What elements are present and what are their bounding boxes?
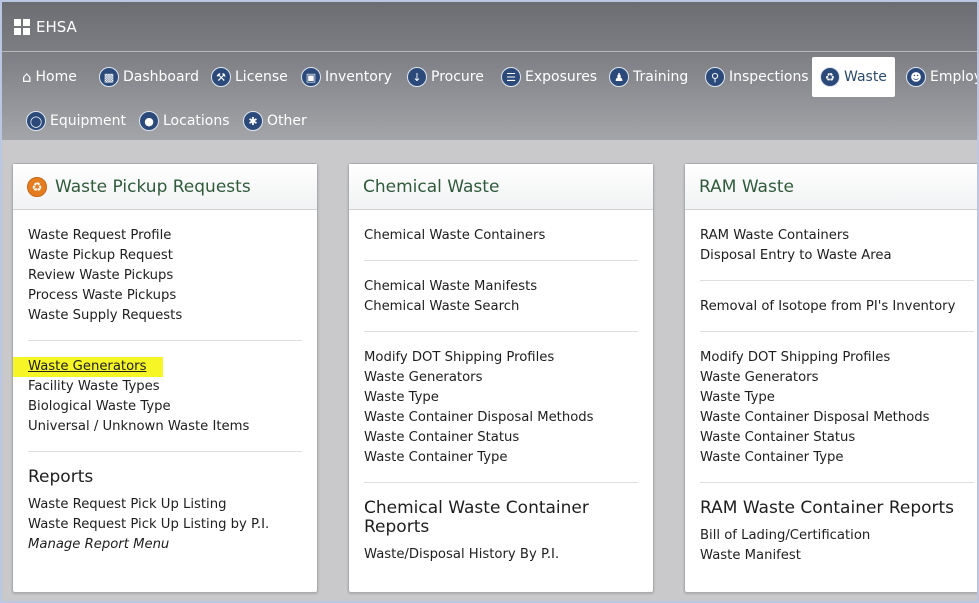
nav-label: Exposures xyxy=(525,69,598,85)
nav-label: Locations xyxy=(163,113,230,129)
nav-dashboard[interactable]: ▩ Dashboard xyxy=(99,57,199,97)
link-ram-waste-containers[interactable]: RAM Waste Containers xyxy=(700,226,974,246)
link-waste-container-status[interactable]: Waste Container Status xyxy=(700,428,974,448)
reports-heading: Reports xyxy=(28,467,94,487)
divider xyxy=(2,51,977,52)
nav-label: Training xyxy=(633,69,689,85)
gauge-icon: ◯ xyxy=(26,111,46,131)
app-title-label: EHSA xyxy=(36,18,77,36)
link-waste-request-profile[interactable]: Waste Request Profile xyxy=(28,226,302,246)
nav-label: Waste xyxy=(844,69,887,85)
trash-icon: ♻ xyxy=(820,67,840,87)
dashboard-icon: ▩ xyxy=(99,67,119,87)
nav-equipment[interactable]: ◯ Equipment xyxy=(26,101,126,141)
link-waste-container-status[interactable]: Waste Container Status xyxy=(364,428,638,448)
truck-icon: ▣ xyxy=(301,67,321,87)
link-disposal-entry[interactable]: Disposal Entry to Waste Area xyxy=(700,246,974,266)
link-removal-of-isotope[interactable]: Removal of Isotope from PI's Inventory xyxy=(700,297,974,317)
link-bill-of-lading[interactable]: Bill of Lading/Certification xyxy=(700,526,974,546)
home-icon: ⌂ xyxy=(22,68,32,86)
nav-training[interactable]: ♟ Training xyxy=(609,57,688,97)
reports-heading: RAM Waste Container Reports xyxy=(700,498,955,518)
magnifier-icon: ⚲ xyxy=(705,67,725,87)
ram-waste-card: RAM Waste RAM Waste Containers Disposal … xyxy=(684,163,977,593)
nav-label: Dashboard xyxy=(123,69,199,85)
card-header: Chemical Waste xyxy=(349,164,653,210)
link-chemical-waste-search[interactable]: Chemical Waste Search xyxy=(364,297,638,317)
link-process-waste-pickups[interactable]: Process Waste Pickups xyxy=(28,286,302,306)
link-waste-supply-requests[interactable]: Waste Supply Requests xyxy=(28,306,302,326)
app-title[interactable]: EHSA xyxy=(14,16,77,38)
nav-license[interactable]: ⚒ License xyxy=(211,57,288,97)
nav-other[interactable]: ✱ Other xyxy=(243,101,307,141)
arrow-down-icon: ↓ xyxy=(407,67,427,87)
card-title: RAM Waste xyxy=(699,176,794,197)
link-facility-waste-types[interactable]: Facility Waste Types xyxy=(28,377,302,397)
chemical-waste-card: Chemical Waste Chemical Waste Containers… xyxy=(348,163,654,593)
top-bar: EHSA ⌂ Home ▩ Dashboard ⚒ License ▣ Inve… xyxy=(2,2,977,140)
link-chemical-waste-containers[interactable]: Chemical Waste Containers xyxy=(364,226,638,246)
waste-pickup-card: ♻ Waste Pickup Requests Waste Request Pr… xyxy=(12,163,318,593)
link-waste-disposal-history[interactable]: Waste/Disposal History By P.I. xyxy=(364,545,638,565)
nav-label: Inspections xyxy=(729,69,809,85)
person-icon: ♟ xyxy=(609,67,629,87)
grid-icon xyxy=(14,19,30,35)
link-review-waste-pickups[interactable]: Review Waste Pickups xyxy=(28,266,302,286)
wrench-icon: ⚒ xyxy=(211,67,231,87)
nav-inventory[interactable]: ▣ Inventory xyxy=(301,57,392,97)
nav-label: Home xyxy=(35,69,77,85)
people-icon: ☻ xyxy=(906,67,926,87)
link-waste-manifest[interactable]: Waste Manifest xyxy=(700,546,974,566)
app-frame: EHSA ⌂ Home ▩ Dashboard ⚒ License ▣ Inve… xyxy=(2,2,977,601)
nav-locations[interactable]: ● Locations xyxy=(139,101,230,141)
nav-procure[interactable]: ↓ Procure xyxy=(407,57,484,97)
card-title: Waste Pickup Requests xyxy=(55,176,251,197)
nav-label: Procure xyxy=(431,69,484,85)
nav-label: Inventory xyxy=(325,69,392,85)
map-pin-icon: ● xyxy=(139,111,159,131)
link-waste-pickup-request[interactable]: Waste Pickup Request xyxy=(28,246,302,266)
card-title: Chemical Waste xyxy=(363,176,500,197)
nav-label: Employ xyxy=(930,69,977,85)
link-waste-generators[interactable]: Waste Generators xyxy=(364,368,638,388)
link-modify-dot-shipping-profiles[interactable]: Modify DOT Shipping Profiles xyxy=(364,348,638,368)
asterisk-icon: ✱ xyxy=(243,111,263,131)
link-waste-type[interactable]: Waste Type xyxy=(700,388,974,408)
nav-inspections[interactable]: ⚲ Inspections xyxy=(705,57,809,97)
link-waste-request-pickup-listing[interactable]: Waste Request Pick Up Listing xyxy=(28,495,302,515)
link-modify-dot-shipping-profiles[interactable]: Modify DOT Shipping Profiles xyxy=(700,348,974,368)
nav-employees[interactable]: ☻ Employ xyxy=(906,57,977,97)
nav-label: License xyxy=(235,69,288,85)
link-waste-container-disposal-methods[interactable]: Waste Container Disposal Methods xyxy=(364,408,638,428)
link-waste-request-pickup-listing-by-pi[interactable]: Waste Request Pick Up Listing by P.I. xyxy=(28,515,302,535)
nav-waste[interactable]: ♻ Waste xyxy=(812,57,895,97)
reports-heading: Chemical Waste Container Reports xyxy=(364,498,589,537)
link-universal-unknown-waste-items[interactable]: Universal / Unknown Waste Items xyxy=(28,417,302,437)
nav-label: Other xyxy=(267,113,307,129)
link-waste-container-type[interactable]: Waste Container Type xyxy=(700,448,974,468)
link-biological-waste-type[interactable]: Biological Waste Type xyxy=(28,397,302,417)
clipboard-icon: ☰ xyxy=(501,67,521,87)
link-waste-type[interactable]: Waste Type xyxy=(364,388,638,408)
trash-icon: ♻ xyxy=(27,176,47,197)
link-manage-report-menu[interactable]: Manage Report Menu xyxy=(28,535,302,555)
link-waste-container-type[interactable]: Waste Container Type xyxy=(364,448,638,468)
nav-label: Equipment xyxy=(50,113,126,129)
link-waste-container-disposal-methods[interactable]: Waste Container Disposal Methods xyxy=(700,408,974,428)
nav-home[interactable]: ⌂ Home xyxy=(22,57,77,97)
link-waste-generators[interactable]: Waste Generators xyxy=(700,368,974,388)
card-header: ♻ Waste Pickup Requests xyxy=(13,164,317,210)
nav-exposures[interactable]: ☰ Exposures xyxy=(501,57,597,97)
card-header: RAM Waste xyxy=(685,164,977,210)
link-waste-generators[interactable]: Waste Generators xyxy=(13,357,163,377)
link-chemical-waste-manifests[interactable]: Chemical Waste Manifests xyxy=(364,277,638,297)
